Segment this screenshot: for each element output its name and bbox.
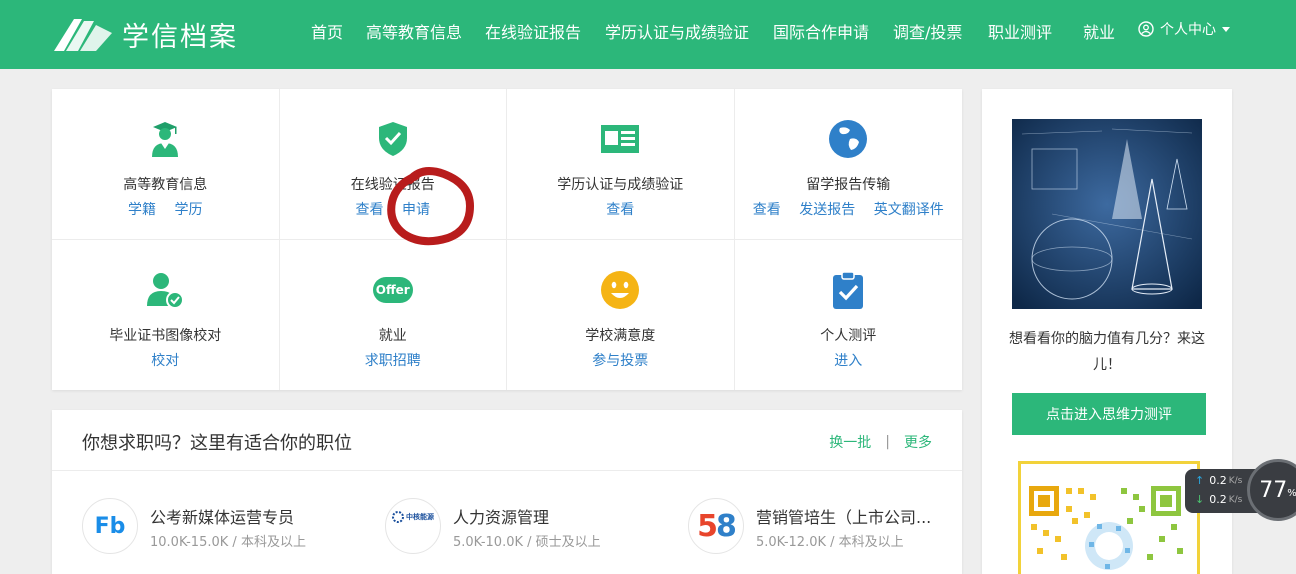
link-view-abroad[interactable]: 查看	[753, 202, 781, 218]
user-check-icon	[145, 270, 185, 310]
brain-test-button[interactable]: 点击进入思维力测评	[1012, 393, 1206, 435]
promo-image[interactable]	[1012, 119, 1202, 309]
service-title: 在线验证报告	[350, 177, 435, 193]
job-meta: 5.0K-10.0K / 硕士及以上	[453, 535, 601, 550]
jobs-title: 你想求职吗？这里有适合你的职位	[82, 433, 352, 454]
qr-code-icon	[1021, 464, 1197, 574]
job-title[interactable]: 公考新媒体运营专员	[150, 504, 294, 528]
job-card[interactable]: 中核能源 人力资源管理 5.0K-10.0K / 硕士及以上	[385, 498, 665, 558]
company-logo: 中核能源	[385, 498, 441, 554]
company-logo: Fb	[82, 498, 138, 554]
nav-home[interactable]: 首页	[311, 19, 343, 43]
service-title: 学历认证与成绩验证	[557, 177, 684, 193]
link-xueji[interactable]: 学籍	[128, 202, 156, 218]
user-center-menu[interactable]: 个人中心	[1138, 19, 1230, 39]
qr-code	[1018, 461, 1200, 574]
more-jobs-link[interactable]: 更多	[904, 432, 932, 452]
service-employment: Offer 就业 求职招聘	[280, 239, 507, 390]
service-title: 毕业证书图像校对	[109, 327, 222, 344]
clipboard-check-icon	[828, 270, 868, 310]
chevron-down-icon	[1222, 26, 1230, 32]
link-job-search[interactable]: 求职招聘	[365, 353, 421, 369]
network-speed-widget[interactable]: ↑ 0.2 K/s ↓ 0.2 K/s 77%	[1185, 459, 1296, 521]
graduate-icon	[145, 119, 185, 159]
company-logo: 58	[688, 498, 744, 554]
link-xueli[interactable]: 学历	[174, 202, 202, 218]
service-higher-education: 高等教育信息 学籍 学历	[52, 89, 280, 240]
link-proofread[interactable]: 校对	[151, 353, 179, 369]
user-center-label: 个人中心	[1160, 22, 1216, 38]
globe-icon	[828, 119, 868, 159]
service-personal-assessment: 个人测评 进入	[735, 240, 963, 391]
arrow-up-icon: ↑	[1195, 474, 1205, 487]
arrow-down-icon: ↓	[1195, 493, 1205, 506]
link-send-report[interactable]: 发送报告	[799, 202, 855, 218]
service-title: 高等教育信息	[123, 177, 208, 193]
divider: |	[885, 434, 890, 450]
service-title: 留学报告传输	[806, 177, 891, 193]
link-enter-assessment[interactable]: 进入	[834, 353, 862, 369]
promo-text: 想看看你的脑力值有几分？来这儿！	[1009, 331, 1205, 373]
top-header: 学信档案 首页 高等教育信息 在线验证报告 学历认证与成绩验证 国际合作申请 调…	[0, 0, 1296, 69]
offer-badge: Offer	[372, 276, 413, 303]
job-meta: 10.0K-15.0K / 本科及以上	[150, 535, 306, 550]
service-title: 就业	[378, 327, 407, 344]
logo-58: 58	[697, 508, 737, 544]
jobs-header: 你想求职吗？这里有适合你的职位 换一批 | 更多	[52, 410, 962, 471]
download-speed: ↓ 0.2 K/s	[1195, 493, 1243, 506]
nav-online-verification[interactable]: 在线验证报告	[485, 19, 581, 43]
link-apply-report[interactable]: 申请	[402, 202, 430, 218]
gauge-percent: 77	[1259, 477, 1288, 503]
logo-icon	[54, 19, 112, 51]
service-certificate-check: 毕业证书图像校对 校对	[52, 239, 280, 390]
site-logo[interactable]: 学信档案	[52, 10, 238, 58]
logo-text: 学信档案	[122, 21, 238, 53]
link-view-report[interactable]: 查看	[356, 202, 384, 218]
refresh-jobs-link[interactable]: 换一批	[829, 432, 871, 452]
service-school-satisfaction: 学校满意度 参与投票	[507, 239, 735, 390]
link-english-translation[interactable]: 英文翻译件	[874, 202, 944, 218]
user-circle-icon	[1138, 21, 1154, 37]
nav-employment[interactable]: 就业	[1083, 19, 1115, 43]
link-vote[interactable]: 参与投票	[592, 353, 648, 369]
id-card-icon	[600, 119, 640, 159]
nav-survey[interactable]: 调查/投票	[893, 19, 962, 43]
nav-international[interactable]: 国际合作申请	[773, 19, 869, 43]
smiley-icon	[600, 270, 640, 310]
service-title: 学校满意度	[585, 327, 656, 344]
shield-check-icon	[373, 119, 413, 159]
link-view-certification[interactable]: 查看	[606, 202, 634, 218]
job-card[interactable]: 58 营销管培生（上市公司... 5.0K-12.0K / 本科及以上	[688, 498, 948, 558]
nav-higher-education[interactable]: 高等教育信息	[366, 19, 462, 43]
job-card[interactable]: Fb 公考新媒体运营专员 10.0K-15.0K / 本科及以上	[82, 498, 362, 558]
service-title: 个人测评	[820, 327, 877, 344]
nav-degree-certification[interactable]: 学历认证与成绩验证	[605, 19, 749, 43]
services-panel: 高等教育信息 学籍 学历 在线验证报告 查看 申请 学历认证与成绩验证 查看 留…	[52, 89, 962, 390]
service-degree-certification: 学历认证与成绩验证 查看	[507, 89, 735, 240]
service-study-abroad-report: 留学报告传输 查看 发送报告 英文翻译件	[734, 89, 962, 240]
offer-icon: Offer	[372, 270, 413, 310]
job-title[interactable]: 营销管培生（上市公司...	[756, 504, 931, 528]
jobs-panel: 你想求职吗？这里有适合你的职位 换一批 | 更多 Fb 公考新媒体运营专员 10…	[52, 410, 962, 574]
upload-speed: ↑ 0.2 K/s	[1195, 474, 1243, 487]
nav-career-test[interactable]: 职业测评	[988, 19, 1052, 43]
job-title[interactable]: 人力资源管理	[453, 504, 549, 528]
job-meta: 5.0K-12.0K / 本科及以上	[756, 535, 904, 550]
service-online-verification: 在线验证报告 查看 申请	[279, 89, 507, 240]
